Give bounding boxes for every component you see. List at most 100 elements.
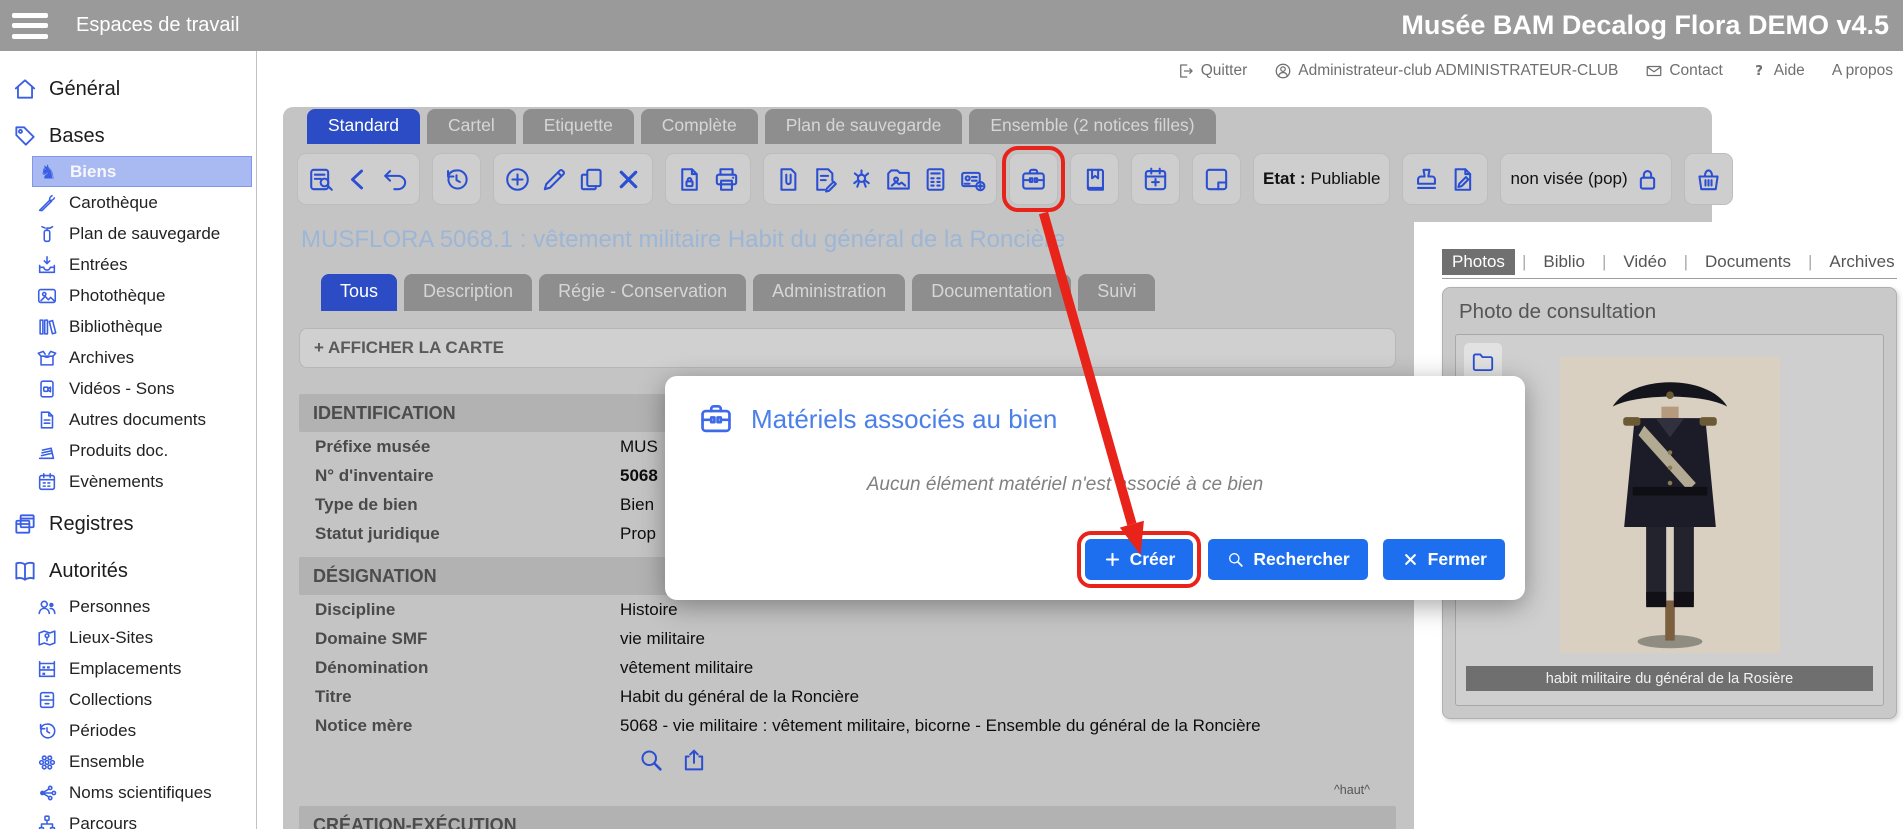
notice-actions	[636, 746, 1396, 775]
sidebar-item-ensemble[interactable]: Ensemble	[0, 746, 256, 777]
record-tab-documentation[interactable]: Documentation	[912, 274, 1071, 311]
sidebar-item-plan-de-sauvegarde[interactable]: Plan de sauvegarde	[0, 218, 256, 249]
sidebar-item-parcours[interactable]: Parcours	[0, 808, 256, 829]
sidebar-item-label: Evènements	[69, 472, 164, 492]
modal-rechercher-button[interactable]: Rechercher	[1208, 539, 1367, 580]
utility-label: Contact	[1669, 62, 1722, 80]
utility-administrateur-club-administrateur-club[interactable]: Administrateur-club ADMINISTRATEUR-CLUB	[1274, 62, 1618, 80]
field-value: MUS	[620, 437, 658, 457]
stamp-button[interactable]	[1412, 165, 1441, 194]
plus-circle-button[interactable]	[503, 165, 532, 194]
field-row: Notice mère5068 - vie militaire : vêteme…	[299, 711, 1396, 740]
sidebar-item-general[interactable]: Général	[0, 69, 256, 109]
view-tab-ensemble-2-notices-filles[interactable]: Ensemble (2 notices filles)	[969, 109, 1215, 144]
media-tab-documents[interactable]: Documents	[1695, 249, 1801, 275]
view-tab-standard[interactable]: Standard	[307, 109, 420, 144]
lock-icon[interactable]	[1633, 165, 1662, 194]
linked-sets-button[interactable]	[847, 165, 876, 194]
sidebar-item-personnes[interactable]: Personnes	[0, 591, 256, 622]
magnifier-button[interactable]	[636, 746, 665, 775]
sidebar-item-produits-doc[interactable]: Produits doc.	[0, 435, 256, 466]
workspace-label[interactable]: Espaces de travail	[76, 14, 239, 37]
sidebar-item-emplacements[interactable]: Emplacements	[0, 653, 256, 684]
field-value: Histoire	[620, 600, 678, 620]
hamburger-menu-icon[interactable]	[12, 13, 48, 39]
etat-value: Publiable	[1311, 169, 1381, 189]
view-tab-etiquette[interactable]: Etiquette	[523, 109, 634, 144]
sidebar-item-bibliotheque[interactable]: Bibliothèque	[0, 311, 256, 342]
media-tab-separator: |	[1677, 252, 1695, 272]
media-tab-separator: |	[1515, 252, 1533, 272]
notebook-button[interactable]	[1080, 165, 1109, 194]
close-icon	[1401, 550, 1420, 569]
sidebar-item-collections[interactable]: Collections	[0, 684, 256, 715]
utility-a-propos[interactable]: A propos	[1832, 62, 1893, 80]
registers-icon	[12, 511, 38, 537]
sidebar-item-archives[interactable]: Archives	[0, 342, 256, 373]
sidebar-item-lieux-sites[interactable]: Lieux-Sites	[0, 622, 256, 653]
chevron-left-button[interactable]	[344, 165, 373, 194]
utility-quitter[interactable]: Quitter	[1177, 62, 1248, 80]
sidebar-item-autorites[interactable]: Autorités	[0, 551, 256, 591]
sidebar-item-evenements[interactable]: Evènements	[0, 466, 256, 497]
sidebar-item-autres-documents[interactable]: Autres documents	[0, 404, 256, 435]
page-edit-button[interactable]	[810, 165, 839, 194]
record-tab-suivi[interactable]: Suivi	[1078, 274, 1155, 311]
printer-button[interactable]	[712, 165, 741, 194]
consultation-photo[interactable]	[1556, 357, 1784, 653]
utility-aide[interactable]: ?Aide	[1750, 62, 1805, 80]
sidebar-item-label: Photothèque	[69, 286, 165, 306]
record-tab-description[interactable]: Description	[404, 274, 532, 311]
sidebar-item-carotheque[interactable]: Carothèque	[0, 187, 256, 218]
modal-creer-button[interactable]: Créer	[1085, 539, 1194, 580]
show-map-toggle[interactable]: + AFFICHER LA CARTE	[299, 328, 1396, 368]
toolbox-button[interactable]	[1019, 165, 1048, 194]
view-tab-plan-de-sauvegarde[interactable]: Plan de sauvegarde	[765, 109, 963, 144]
modal-buttons: Créer Rechercher Fermer	[1085, 539, 1505, 580]
sidebar-item-phototheque[interactable]: Photothèque	[0, 280, 256, 311]
copy-button[interactable]	[577, 165, 606, 194]
sidebar-item-entrees[interactable]: Entrées	[0, 249, 256, 280]
sidebar-item-videos-sons[interactable]: Vidéos - Sons	[0, 373, 256, 404]
list-search-button[interactable]	[307, 165, 336, 194]
restore-button[interactable]	[442, 165, 471, 194]
page-clip-button[interactable]	[773, 165, 802, 194]
basket-button[interactable]	[1694, 165, 1723, 194]
export-button[interactable]	[679, 746, 708, 775]
page-edit-icon	[810, 165, 839, 194]
record-tab-tous[interactable]: Tous	[321, 274, 397, 311]
sidebar-item-biens[interactable]: ♞Biens	[32, 156, 252, 187]
fire-extinguisher-icon	[36, 223, 58, 245]
delete-x-button[interactable]	[614, 165, 643, 194]
utility-contact[interactable]: Contact	[1645, 62, 1722, 80]
toolbar: Etat :Publiablenon visée (pop)	[297, 151, 1733, 207]
signature-button[interactable]	[1449, 165, 1478, 194]
undo-button[interactable]	[381, 165, 410, 194]
sidebar-item-registres[interactable]: Registres	[0, 504, 256, 544]
page-lock-button[interactable]	[675, 165, 704, 194]
media-tab-photos[interactable]: Photos	[1442, 249, 1515, 275]
view-tab-cartel[interactable]: Cartel	[427, 109, 516, 144]
modal-fermer-button[interactable]: Fermer	[1383, 539, 1505, 580]
shelf-icon	[36, 658, 58, 680]
note-button[interactable]	[1202, 165, 1231, 194]
pencil-button[interactable]	[540, 165, 569, 194]
record-tab-administration[interactable]: Administration	[753, 274, 905, 311]
sidebar-item-periodes[interactable]: Périodes	[0, 715, 256, 746]
card-plus-button[interactable]	[958, 165, 987, 194]
top-link[interactable]: ^haut^	[299, 783, 1370, 797]
sidebar-item-bases[interactable]: Bases	[0, 116, 256, 156]
magnifier-icon	[637, 746, 665, 774]
view-tab-complete[interactable]: Complète	[641, 109, 758, 144]
folder-image-button[interactable]	[884, 165, 913, 194]
calc-sheet-button[interactable]	[921, 165, 950, 194]
document-icon	[36, 409, 58, 431]
media-tab-archives[interactable]: Archives	[1819, 249, 1903, 275]
sidebar-item-noms-scientifiques[interactable]: Noms scientifiques	[0, 777, 256, 808]
media-tab-video[interactable]: Vidéo	[1613, 249, 1676, 275]
calendar-plus-button[interactable]	[1141, 165, 1170, 194]
record-tab-regie-conservation[interactable]: Régie - Conservation	[539, 274, 746, 311]
chevron-left-icon	[344, 165, 373, 194]
utility-label: Quitter	[1201, 62, 1248, 80]
media-tab-biblio[interactable]: Biblio	[1533, 249, 1595, 275]
